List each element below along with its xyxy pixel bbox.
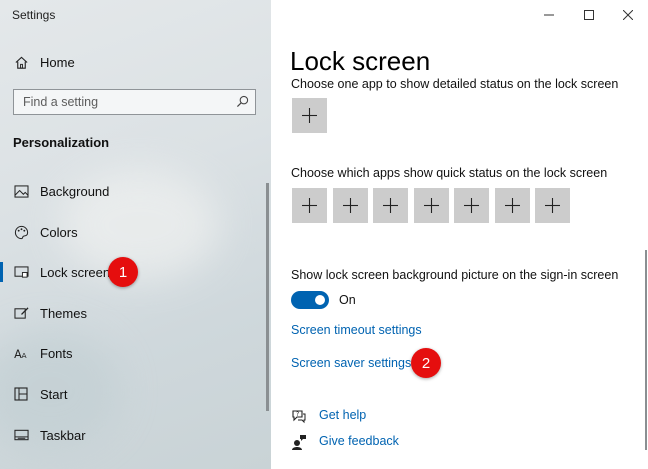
signin-background-label: Show lock screen background picture on t…	[291, 268, 619, 282]
sidebar-item-label: Lock screen	[40, 264, 111, 280]
search-icon[interactable]	[236, 95, 249, 113]
plus-icon	[545, 198, 560, 213]
sidebar-item-label: Colors	[40, 224, 78, 240]
maximize-button[interactable]	[569, 0, 609, 30]
plus-icon	[504, 198, 520, 213]
quick-status-add-button[interactable]	[332, 188, 368, 223]
plus-icon	[464, 198, 479, 213]
quick-status-add-button[interactable]	[494, 188, 530, 223]
main-scrollbar[interactable]	[645, 250, 647, 450]
detailed-status-label: Choose one app to show detailed status o…	[291, 77, 619, 91]
get-help-icon: ?	[291, 408, 307, 424]
sidebar-item-taskbar[interactable]: Taskbar	[0, 417, 262, 453]
quick-status-add-button[interactable]	[292, 188, 327, 223]
sidebar-item-label: Start	[40, 386, 68, 402]
detailed-status-add-button[interactable]	[292, 98, 327, 133]
search-input[interactable]: Find a setting	[13, 89, 256, 115]
plus-icon	[342, 198, 358, 213]
sidebar-item-label: Fonts	[40, 345, 73, 361]
sidebar-item-background[interactable]: Background	[0, 173, 262, 209]
fonts-icon: AA	[13, 345, 29, 361]
palette-icon	[13, 224, 29, 240]
image-icon	[13, 183, 29, 199]
minimize-icon	[544, 14, 554, 16]
page-title: Lock screen	[290, 46, 431, 76]
annotation-badge-2: 2	[411, 348, 441, 378]
screen-timeout-link[interactable]: Screen timeout settings	[291, 323, 422, 337]
plus-icon	[302, 108, 317, 123]
close-button[interactable]	[608, 0, 648, 30]
search-placeholder: Find a setting	[23, 95, 99, 109]
themes-icon	[13, 305, 29, 321]
get-help-link[interactable]: Get help	[319, 408, 366, 422]
quick-status-add-button[interactable]	[454, 188, 489, 223]
sidebar-item-colors[interactable]: Colors	[0, 214, 262, 250]
main-pane: Lock screen Choose one app to show detai…	[271, 0, 648, 469]
toggle-knob	[315, 295, 325, 305]
sidebar-scrollbar[interactable]	[266, 183, 269, 411]
taskbar-icon	[13, 427, 29, 443]
sidebar-item-label: Home	[40, 54, 75, 70]
minimize-button[interactable]	[529, 0, 569, 30]
svg-text:?: ?	[296, 411, 299, 418]
home-icon	[13, 54, 29, 70]
lock-screen-icon	[13, 264, 29, 280]
plus-icon	[383, 198, 398, 213]
quick-status-add-button[interactable]	[373, 188, 408, 223]
maximize-icon	[584, 10, 594, 20]
toggle-state-label: On	[339, 293, 356, 307]
plus-icon	[302, 198, 317, 213]
sidebar-item-fonts[interactable]: AA Fonts	[0, 335, 262, 371]
section-title: Personalization	[13, 135, 110, 150]
signin-background-toggle[interactable]	[291, 291, 329, 309]
sidebar-item-label: Background	[40, 183, 110, 199]
annotation-badge-1: 1	[108, 257, 138, 287]
give-feedback-icon	[291, 434, 307, 450]
give-feedback-link[interactable]: Give feedback	[319, 434, 399, 448]
quick-status-add-button[interactable]	[535, 188, 570, 223]
sidebar-item-themes[interactable]: Themes	[0, 295, 262, 331]
quick-status-add-button[interactable]	[413, 188, 449, 223]
sidebar-item-start[interactable]: Start	[0, 376, 262, 412]
quick-status-label: Choose which apps show quick status on t…	[291, 166, 608, 180]
plus-icon	[423, 198, 439, 213]
app-title: Settings	[12, 8, 56, 22]
sidebar-item-label: Taskbar	[40, 427, 86, 443]
sidebar-item-label: Themes	[40, 305, 87, 321]
screen-saver-link[interactable]: Screen saver settings	[291, 356, 411, 370]
sidebar-item-home[interactable]: Home	[0, 44, 262, 80]
svg-text:A: A	[21, 351, 26, 360]
start-icon	[13, 386, 29, 402]
close-icon	[623, 10, 633, 20]
sidebar: Settings Home Find a setting Personaliza…	[0, 0, 271, 469]
